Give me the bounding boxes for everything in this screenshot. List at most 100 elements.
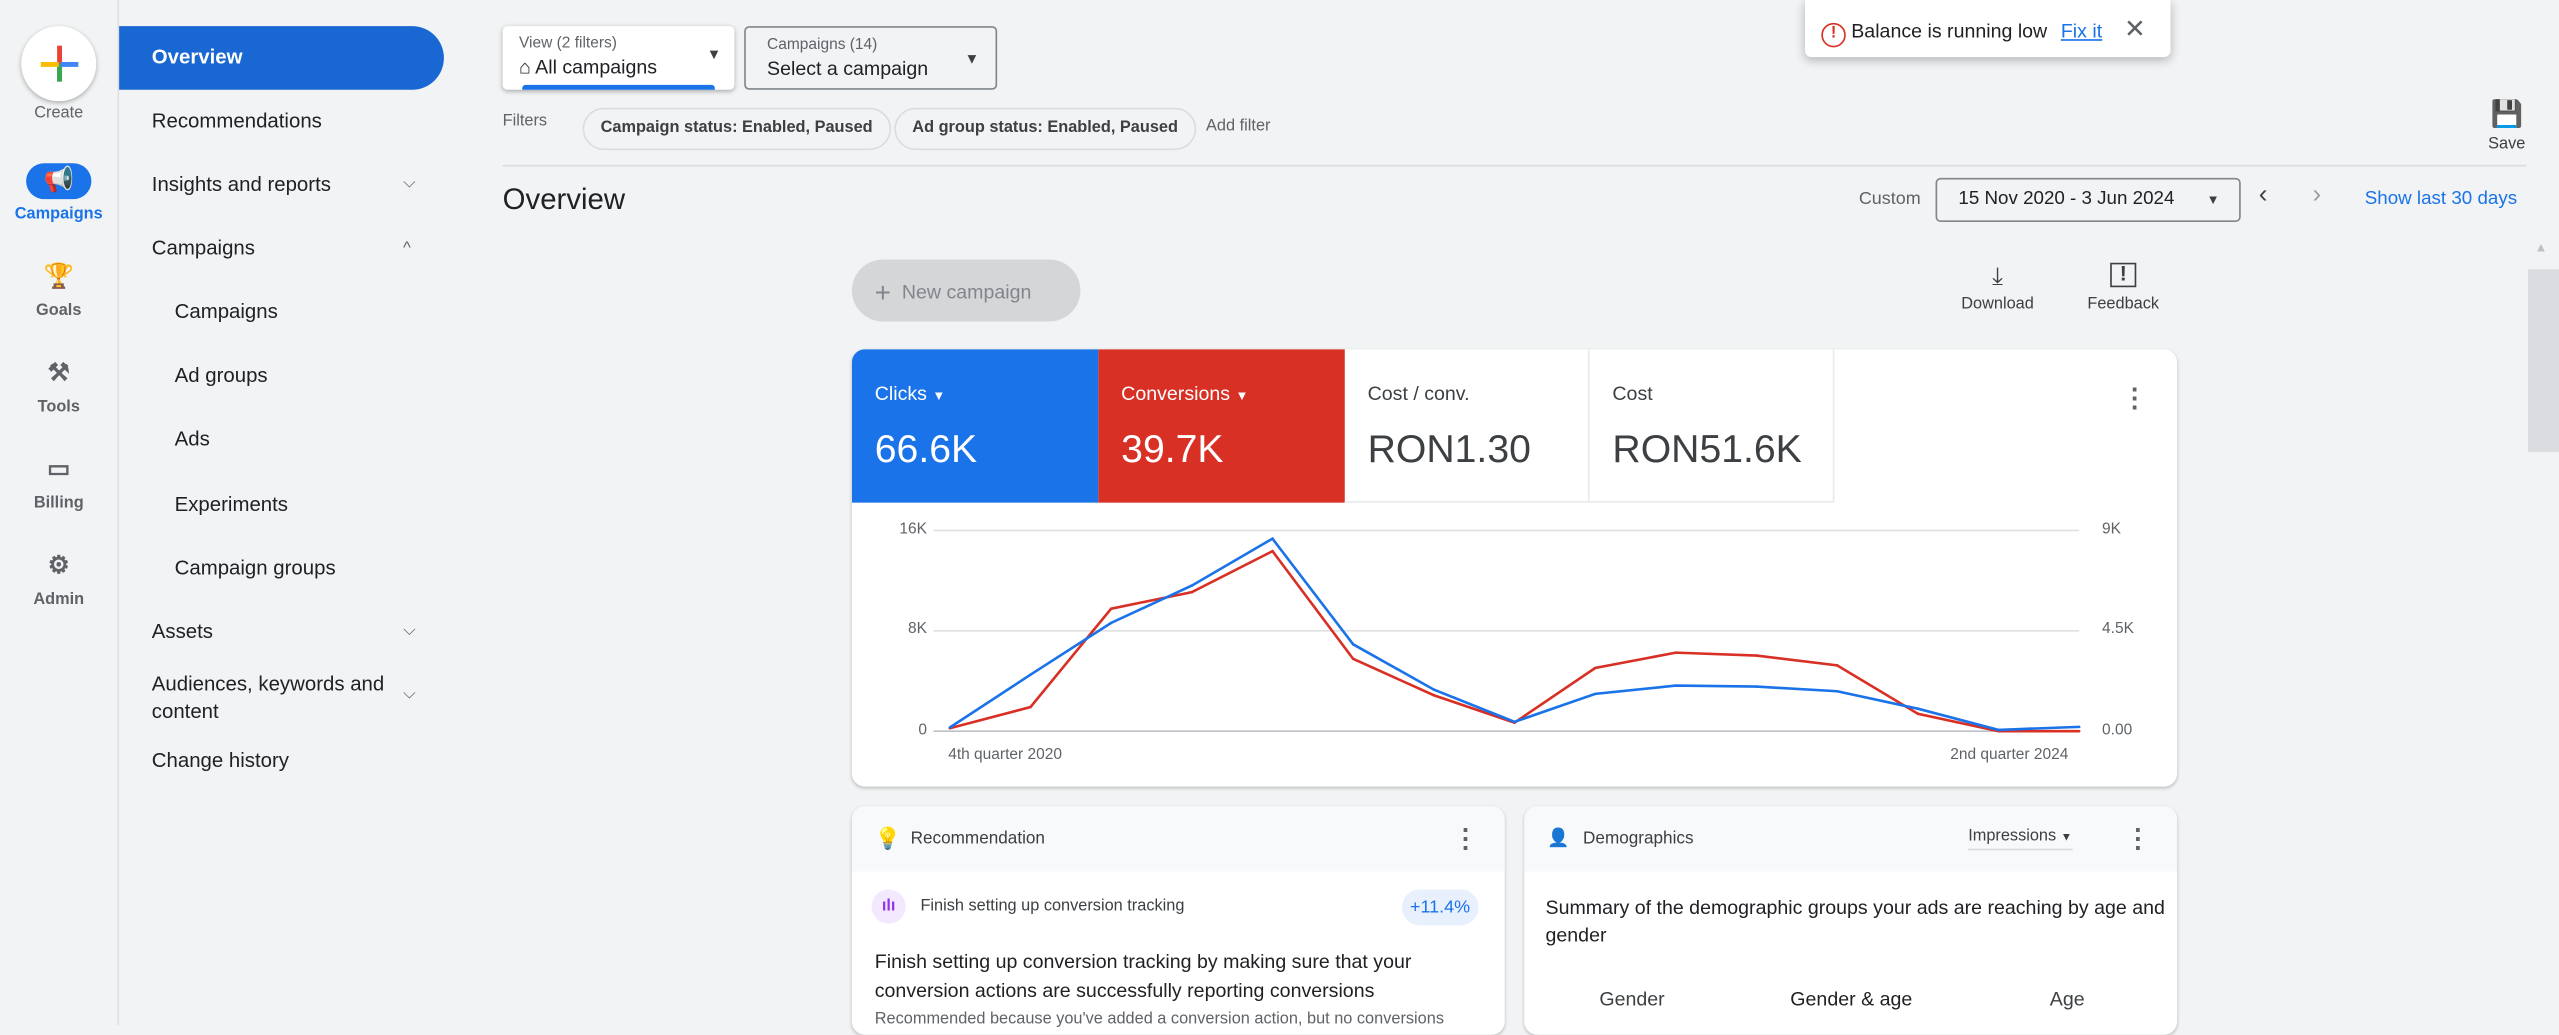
download-button[interactable]: ⤓ Download [1952,263,2043,314]
filter-chip-ad-group-status[interactable]: Ad group status: Enabled, Paused [894,107,1196,151]
data-point-conversions [1593,666,1597,670]
credit-card-icon: ▭ [47,455,71,484]
chevron-up-icon[interactable]: ^ [403,240,411,258]
chevron-down-icon[interactable]: ⌵ [403,622,415,640]
data-point-conversions [1351,657,1355,661]
data-point-clicks [1029,673,1032,676]
data-point-clicks [1916,707,1920,710]
data-point-clicks [1674,684,1678,687]
recommendation-item[interactable]: Finish setting up conversion tracking [920,898,1184,916]
create-label: Create [34,104,84,123]
trophy-icon: 🏆 [43,262,75,291]
rail-billing[interactable]: ▭ Billing [0,452,118,512]
more-options-icon[interactable]: ⋮ [1452,823,1478,856]
demographics-icon: 👤 [1547,829,1570,849]
campaign-select-label: Campaigns (14) [767,35,878,54]
nav-campaigns[interactable]: Campaigns [152,237,255,260]
gear-icon: ⚙ [47,551,70,580]
rail-goals[interactable]: 🏆 Goals [0,259,118,320]
chevron-down-icon[interactable]: ⌵ [403,685,415,703]
rail-label: Goals [36,301,82,320]
data-point-clicks [1835,689,1839,693]
view-value: All campaigns [535,55,658,79]
view-label: View (2 filters) [518,34,617,53]
nav-sub-campaigns[interactable]: Campaigns [175,300,278,323]
dropdown-arrow-icon: ▼ [2206,192,2220,208]
balance-alert: ! Balance is running low Fix it ✕ [1804,0,2171,58]
megaphone-icon: 📢 [26,163,92,200]
nav-change-history[interactable]: Change history [152,749,289,772]
data-point-conversions [1432,693,1436,697]
show-last-30-days-link[interactable]: Show last 30 days [2365,189,2517,209]
date-range-value: 15 Nov 2020 - 3 Jun 2024 [1958,189,2175,209]
dropdown-arrow-icon: ▼ [964,50,980,67]
save-button[interactable]: 💾 Save [2481,98,2533,153]
nav-sub-campaign-groups[interactable]: Campaign groups [175,557,336,580]
nav-audiences[interactable]: Audiences, keywords and content [152,671,397,726]
plus-icon [40,45,79,82]
metric-dropdown-value: Impressions [1968,827,2057,846]
nav-overview[interactable]: Overview [119,26,444,90]
y-left-tick: 16K [899,520,927,539]
create-button[interactable] [21,26,97,102]
nav-sub-ad-groups[interactable]: Ad groups [175,364,268,387]
data-point-conversions [1109,607,1113,610]
data-point-clicks [1997,728,2000,732]
rail-campaigns[interactable]: 📢 Campaigns [0,163,118,224]
dropdown-arrow-icon: ▼ [2060,832,2073,844]
x-tick-label: 2nd quarter 2024 [1950,745,2069,764]
fix-it-link[interactable]: Fix it [2061,20,2102,43]
campaign-select-value: Select a campaign [767,57,929,80]
add-filter-button[interactable]: Add filter [1206,118,1270,136]
uplift-badge: +11.4% [1401,889,1479,926]
previous-period-icon[interactable]: ‹ [2259,181,2268,210]
nav-insights[interactable]: Insights and reports [152,173,331,196]
data-point-clicks [1190,584,1194,587]
tab-gender[interactable]: Gender [1599,987,1664,1010]
error-icon: ! [1821,22,1846,48]
y-right-tick: 4.5K [2102,620,2134,639]
rail-label: Admin [33,590,85,609]
data-point-clicks [1513,720,1516,724]
tab-gender-age[interactable]: Gender & age [1790,987,1912,1010]
y-left-tick: 0 [918,721,927,740]
data-point-conversions [1835,664,1839,667]
nav-sub-experiments[interactable]: Experiments [175,493,288,516]
new-campaign-button[interactable]: + New campaign [851,259,1081,322]
scroll-up-icon[interactable]: ▲ [2534,240,2547,255]
plus-icon: + [874,277,891,309]
date-range-picker[interactable]: 15 Nov 2020 - 3 Jun 2024 ▼ [1935,177,2241,222]
rail-tools[interactable]: ⚒ Tools [0,356,118,416]
page-title: Overview [502,182,626,216]
scrollbar-thumb[interactable] [2527,269,2559,453]
rail-label: Tools [37,398,80,417]
view-selector[interactable]: View (2 filters) ⌂ All campaigns ▼ [502,26,735,90]
chevron-down-icon[interactable]: ⌵ [403,175,415,193]
alert-text: Balance is running low [1851,19,2048,43]
nav-sub-ads[interactable]: Ads [175,428,210,451]
data-point-conversions [1755,654,1758,657]
close-icon[interactable]: ✕ [2124,16,2146,44]
data-point-conversions [1271,549,1274,553]
bar-chart-icon: ılı [871,889,906,924]
data-point-conversions [1916,712,1920,716]
download-label: Download [1961,295,2034,314]
filter-chip-campaign-status[interactable]: Campaign status: Enabled, Paused [582,107,891,151]
nav-recommendations[interactable]: Recommendations [152,109,322,132]
metric-dropdown[interactable]: Impressions ▼ [1968,827,2073,851]
data-point-conversions [1190,590,1194,594]
demographics-card: 👤 Demographics Impressions ▼ ⋮ Summary o… [1524,806,2178,1035]
data-point-clicks [1351,643,1355,646]
line-chart [933,529,2081,733]
card-title: Demographics [1583,829,1694,849]
nav-assets[interactable]: Assets [152,620,213,643]
more-options-icon[interactable]: ⋮ [2125,823,2151,856]
filters-label: Filters [502,112,548,131]
tab-age[interactable]: Age [2050,987,2085,1010]
campaign-selector[interactable]: Campaigns (14) Select a campaign ▼ [744,26,998,90]
dropdown-arrow-icon: ▼ [706,45,722,63]
next-period-icon[interactable]: › [2313,181,2322,210]
feedback-button[interactable]: ! Feedback [2078,262,2169,313]
performance-chart-card: Clicks ▼ 66.6K Conversions ▼ 39.7K Cost / … [851,349,2178,787]
rail-admin[interactable]: ⚙ Admin [0,548,118,609]
